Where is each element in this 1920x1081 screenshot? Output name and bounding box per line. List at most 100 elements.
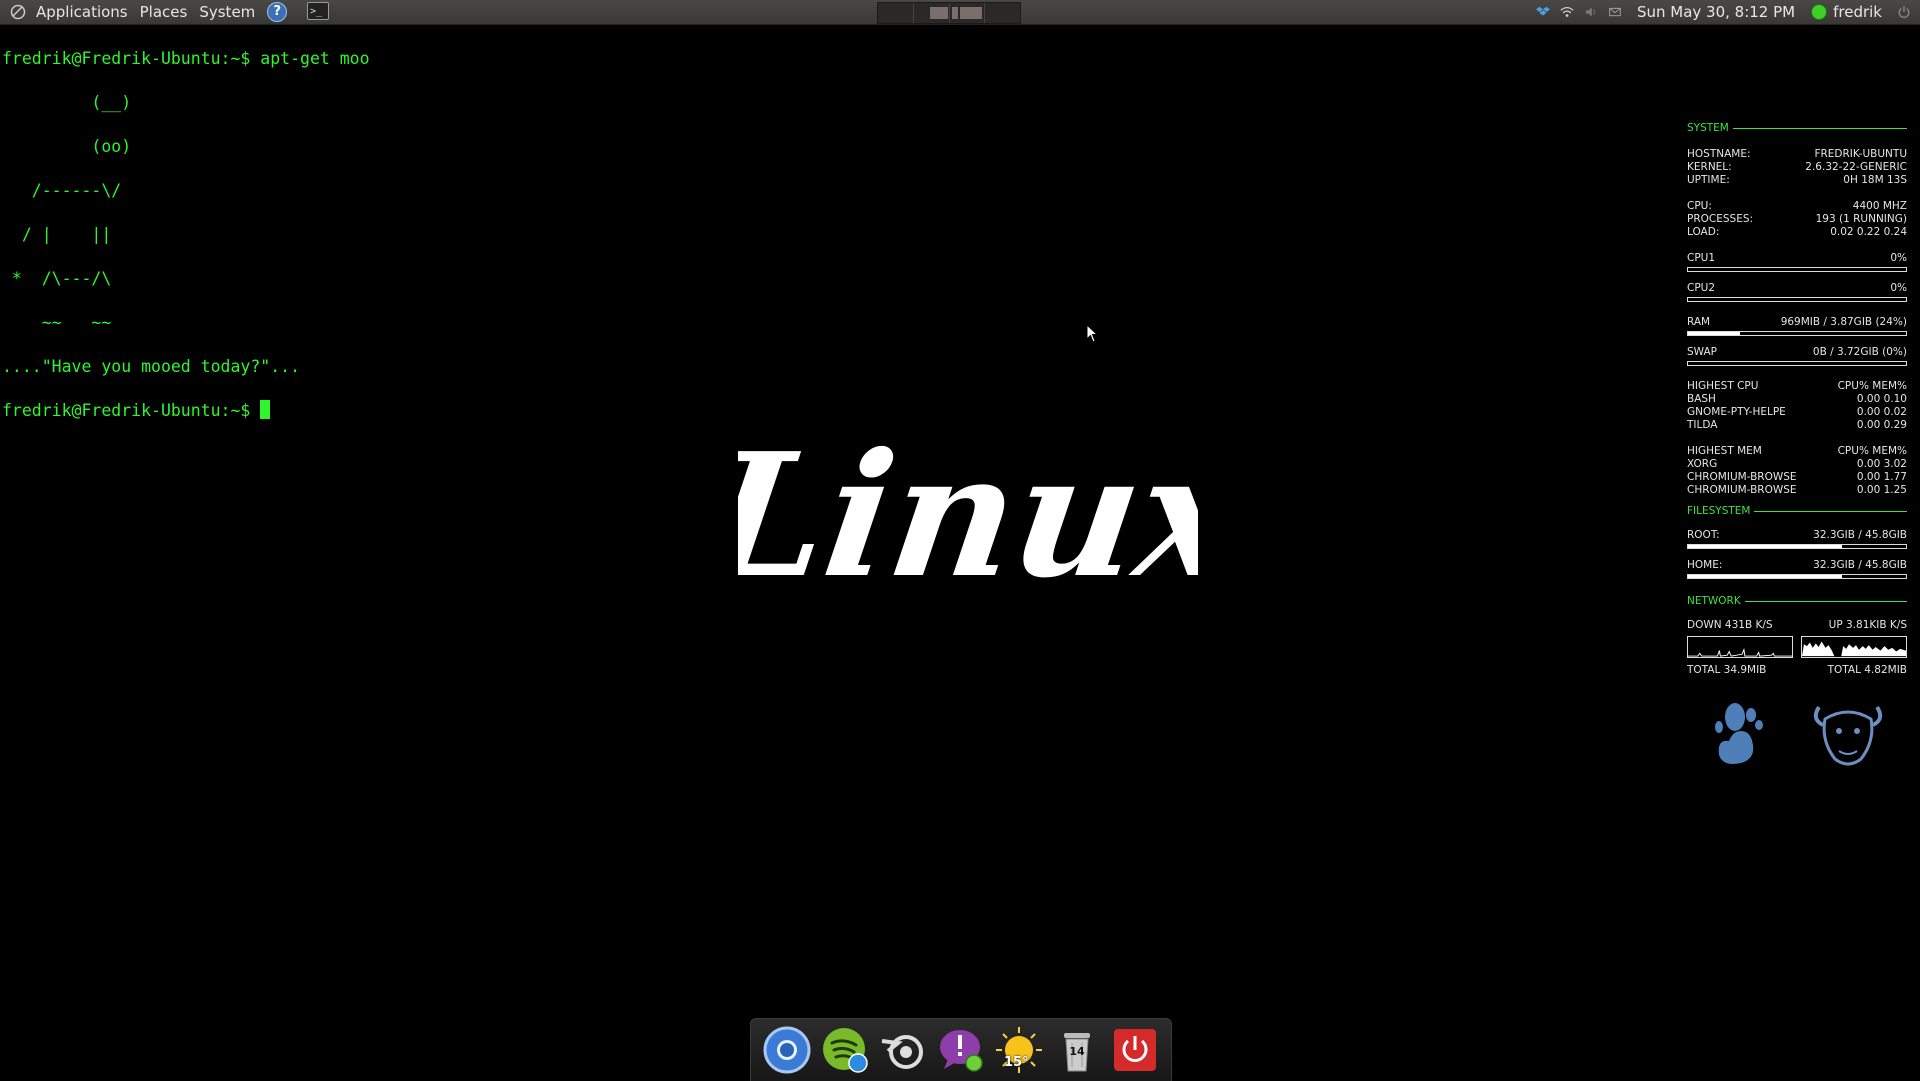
volume-icon[interactable] — [1583, 4, 1599, 20]
uptime-value: 0H 18M 13S — [1843, 174, 1907, 186]
menu-places[interactable]: Places — [134, 0, 194, 24]
process-values: 0.00 0.29 — [1856, 419, 1907, 431]
workspace-2[interactable] — [914, 3, 950, 23]
menu-system[interactable]: System — [193, 0, 261, 24]
process-row: CHROMIUM-BROWSE 0.00 1.25 — [1687, 484, 1907, 497]
workspace-switcher[interactable] — [877, 2, 1021, 24]
empathy-icon — [940, 1030, 983, 1072]
home-fs-bar — [1687, 574, 1907, 579]
top-panel: Applications Places System ? >_ Sun May … — [0, 0, 1920, 25]
process-values: 0.00 3.02 — [1856, 458, 1907, 470]
cpu-freq-row: CPU: 4400 MHZ — [1687, 200, 1907, 213]
blender-launcher[interactable] — [878, 1025, 928, 1075]
hostname-label: HOSTNAME: — [1687, 148, 1751, 160]
load-value: 0.02 0.22 0.24 — [1830, 226, 1907, 238]
workspace-1[interactable] — [878, 3, 914, 23]
terminal-line: ...."Have you mooed today?"... — [2, 357, 301, 376]
terminal-cursor — [260, 400, 271, 419]
process-row: BASH 0.00 0.10 — [1687, 393, 1907, 406]
process-name: CHROMIUM-BROWSE — [1687, 484, 1797, 496]
trash-launcher[interactable]: 14 — [1052, 1025, 1102, 1075]
home-fs-row: HOME: 32.3GIB / 45.8GIB — [1687, 559, 1907, 572]
conky-logos — [1687, 697, 1907, 771]
download-graph — [1687, 636, 1793, 658]
terminal-line: fredrik@Fredrik-Ubuntu:~$ apt-get moo — [2, 49, 370, 68]
menu-applications[interactable]: Applications — [30, 0, 134, 24]
uptime-row: UPTIME: 0H 18M 13S — [1687, 174, 1907, 187]
ram-bar-fill — [1688, 332, 1741, 335]
ram-bar — [1687, 331, 1907, 336]
power-menu-icon[interactable] — [1896, 4, 1912, 20]
shutdown-launcher[interactable] — [1110, 1025, 1160, 1075]
processes-row: PROCESSES: 193 (1 RUNNING) — [1687, 213, 1907, 226]
kernel-label: KERNEL: — [1687, 161, 1732, 173]
empathy-launcher[interactable] — [936, 1025, 986, 1075]
cpu1-row: CPU1 0% — [1687, 252, 1907, 265]
terminal-output[interactable]: fredrik@Fredrik-Ubuntu:~$ apt-get moo (_… — [2, 26, 702, 444]
terminal-prompt-line[interactable]: fredrik@Fredrik-Ubuntu:~$ — [2, 400, 702, 422]
cpu2-label: CPU2 — [1687, 282, 1716, 294]
terminal-launcher-icon[interactable]: >_ — [307, 2, 329, 20]
chromium-icon — [763, 1026, 811, 1074]
cpu-freq-value: 4400 MHZ — [1852, 200, 1907, 212]
root-fs-value: 32.3GIB / 45.8GIB — [1813, 529, 1907, 541]
terminal-line: / | || — [2, 225, 112, 244]
distro-logo-icon[interactable] — [10, 4, 26, 20]
user-menu[interactable]: fredrik — [1833, 3, 1882, 21]
highest-mem-label: HIGHEST MEM — [1687, 445, 1762, 457]
processes-value: 193 (1 RUNNING) — [1815, 213, 1907, 225]
clock[interactable]: Sun May 30, 8:12 PM — [1637, 3, 1795, 21]
conky-system-monitor: SYSTEM HOSTNAME: FREDRIK-UBUNTU KERNEL: 2.… — [1687, 122, 1907, 771]
terminal-line: ~~ ~~ — [2, 313, 112, 332]
process-values: 0.00 0.10 — [1856, 393, 1907, 405]
power-icon — [1114, 1029, 1156, 1071]
terminal-line: (oo) — [2, 137, 132, 156]
section-title: FILESYSTEM — [1687, 505, 1751, 517]
wifi-icon[interactable] — [1559, 4, 1575, 20]
cpu-freq-label: CPU: — [1687, 200, 1712, 212]
spotify-launcher[interactable] — [820, 1025, 870, 1075]
process-values: 0.00 1.77 — [1856, 471, 1907, 483]
wallpaper-text: Linux — [738, 420, 1198, 600]
gnome-foot-icon — [1715, 703, 1763, 764]
process-name: CHROMIUM-BROWSE — [1687, 471, 1797, 483]
process-name: BASH — [1687, 393, 1716, 405]
dropbox-icon[interactable] — [1535, 4, 1551, 20]
weather-temperature: 15° — [1004, 1055, 1029, 1070]
process-values: 0.00 1.25 — [1856, 484, 1907, 496]
total-upload: TOTAL 4.82MIB — [1827, 664, 1907, 676]
home-fs-value: 32.3GIB / 45.8GIB — [1813, 559, 1907, 571]
highest-cpu-columns: CPU% MEM% — [1837, 380, 1907, 392]
section-title: SYSTEM — [1687, 122, 1729, 134]
load-label: LOAD: — [1687, 226, 1720, 238]
process-row: TILDA 0.00 0.29 — [1687, 419, 1907, 432]
cpu1-value: 0% — [1890, 252, 1907, 264]
chromium-browser-launcher[interactable] — [762, 1025, 812, 1075]
section-network: NETWORK — [1687, 595, 1907, 607]
mail-icon[interactable] — [1607, 4, 1623, 20]
load-row: LOAD: 0.02 0.22 0.24 — [1687, 226, 1907, 239]
workspace-window-thumb — [959, 7, 982, 19]
workspace-3[interactable] — [950, 3, 986, 23]
mouse-pointer-icon — [1086, 324, 1099, 343]
blender-icon — [881, 1035, 923, 1069]
highest-cpu-label: HIGHEST CPU — [1687, 380, 1759, 392]
uptime-label: UPTIME: — [1687, 174, 1730, 186]
workspace-4[interactable] — [985, 3, 1020, 23]
trash-count: 14 — [1069, 1045, 1085, 1058]
hostname-value: FREDRIK-UBUNTU — [1814, 148, 1907, 160]
terminal-line: * /\---/\ — [2, 269, 112, 288]
cpu2-bar — [1687, 297, 1907, 302]
help-icon[interactable]: ? — [267, 2, 288, 22]
network-speed-row: DOWN 431B K/S UP 3.81KIB K/S — [1687, 619, 1907, 632]
swap-value: 0B / 3.72GIB (0%) — [1812, 346, 1907, 358]
weather-launcher[interactable]: 15° — [994, 1025, 1044, 1075]
network-total-row: TOTAL 34.9MIB TOTAL 4.82MIB — [1687, 664, 1907, 677]
user-status-icon[interactable] — [1811, 4, 1828, 20]
process-name: XORG — [1687, 458, 1718, 470]
swap-label: SWAP — [1687, 346, 1717, 358]
processes-label: PROCESSES: — [1687, 213, 1754, 225]
home-fs-label: HOME: — [1687, 559, 1723, 571]
workspace-window-thumb — [951, 7, 958, 19]
highest-cpu-header: HIGHEST CPU CPU% MEM% — [1687, 380, 1907, 393]
